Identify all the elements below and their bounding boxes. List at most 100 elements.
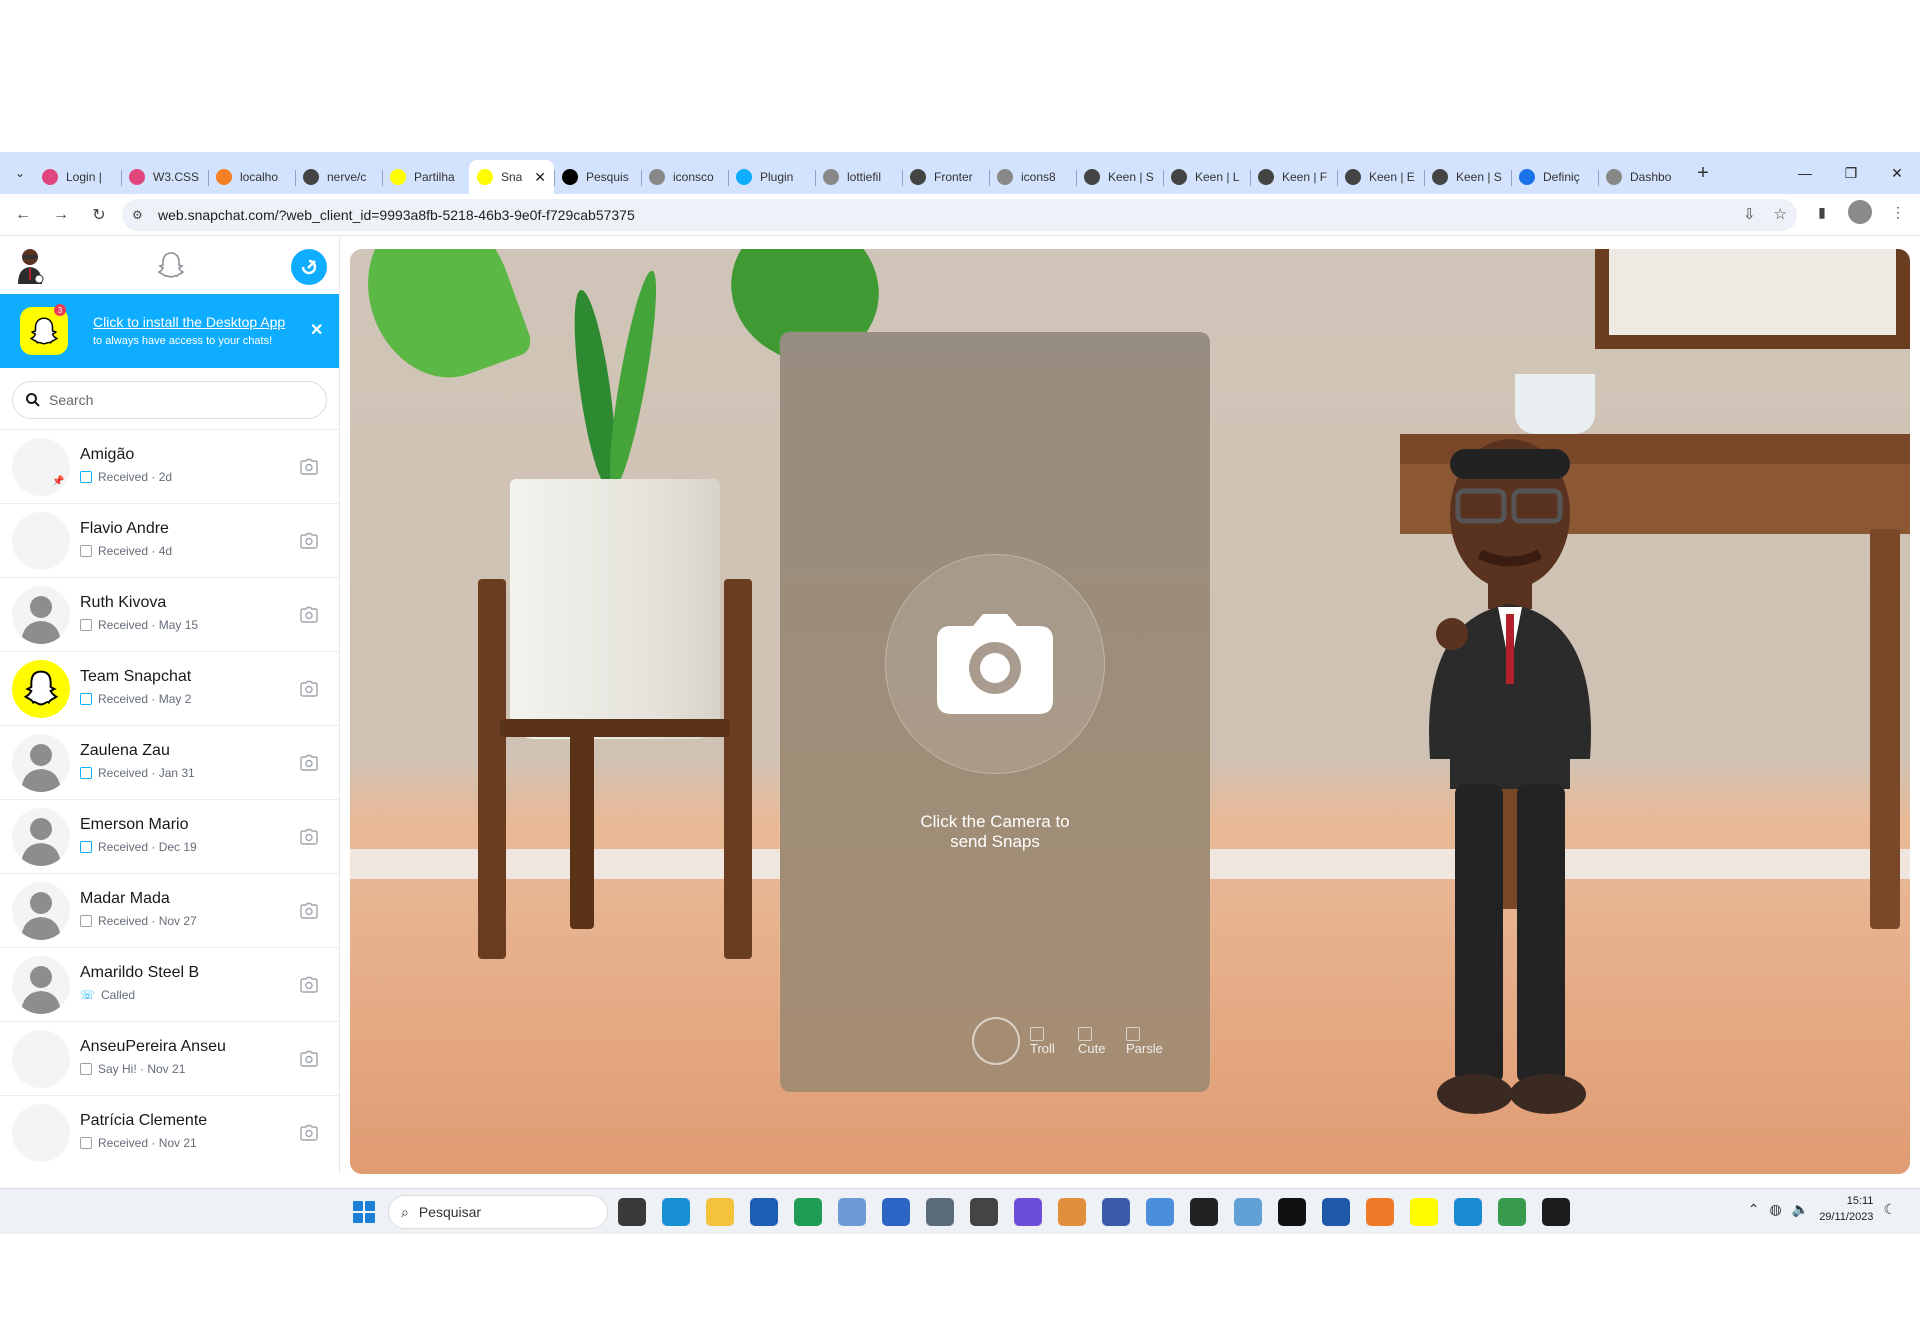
browser-tab[interactable]: W3.CSS <box>121 160 208 194</box>
chat-avatar[interactable] <box>12 438 70 496</box>
night-mode-icon[interactable]: ☾ <box>1883 1201 1896 1218</box>
menu-dots-icon[interactable]: ⋮ <box>1886 200 1910 224</box>
minimize-icon[interactable]: — <box>1782 152 1828 194</box>
cmd-icon[interactable] <box>1190 1198 1218 1226</box>
chat-row[interactable]: Zaulena Zau Received · Jan 31 <box>0 725 339 799</box>
browser-tab[interactable]: Fronter <box>902 160 989 194</box>
sheets-icon[interactable] <box>794 1198 822 1226</box>
chat-row[interactable]: Patrícia Clemente Received · Nov 21 <box>0 1095 339 1169</box>
back-icon[interactable]: ← <box>8 200 38 230</box>
lens-option[interactable]: Parsle <box>1126 1026 1170 1056</box>
take-snap-button[interactable] <box>885 554 1105 774</box>
browser-tab[interactable]: Keen | L <box>1163 160 1250 194</box>
browser-tab[interactable]: localho <box>208 160 295 194</box>
settings-app-icon[interactable] <box>1146 1198 1174 1226</box>
chat-camera-icon[interactable] <box>300 1050 318 1068</box>
tab-search-dropdown-icon[interactable]: ⌄ <box>6 159 34 187</box>
chat-avatar[interactable] <box>12 882 70 940</box>
chat-camera-icon[interactable] <box>300 902 318 920</box>
chat-avatar[interactable] <box>12 660 70 718</box>
stories-ghost-icon[interactable] <box>156 250 186 280</box>
camera-app-icon[interactable] <box>926 1198 954 1226</box>
reload-icon[interactable]: ↻ <box>84 200 114 230</box>
chat-avatar[interactable] <box>12 586 70 644</box>
chat-camera-icon[interactable] <box>300 828 318 846</box>
terminal-app-icon[interactable] <box>970 1198 998 1226</box>
chat-row[interactable]: Amarildo Steel B ☏ Called <box>0 947 339 1021</box>
browser-tab[interactable]: nerve/c <box>295 160 382 194</box>
chat-camera-icon[interactable] <box>300 754 318 772</box>
browser-tab[interactable]: Dashbo <box>1598 160 1685 194</box>
new-tab-button[interactable]: + <box>1689 159 1717 187</box>
chat-row[interactable]: Team Snapchat Received · May 2 <box>0 651 339 725</box>
snapchat-icon[interactable] <box>1410 1198 1438 1226</box>
media-player-icon[interactable] <box>1542 1198 1570 1226</box>
bookmark-star-icon[interactable]: ☆ <box>1774 205 1787 223</box>
tray-chevron-icon[interactable]: ⌃ <box>1748 1201 1760 1218</box>
word-icon[interactable] <box>882 1198 910 1226</box>
side-panel-icon[interactable]: ▮ <box>1810 200 1834 224</box>
task-view-icon[interactable] <box>618 1198 646 1226</box>
chat-row[interactable]: Madar Mada Received · Nov 27 <box>0 873 339 947</box>
clock[interactable]: 15:11 29/11/2023 <box>1819 1193 1873 1225</box>
chat-row[interactable]: 📌 Amigão Received · 2d <box>0 429 339 503</box>
browser-tab[interactable]: icons8 <box>989 160 1076 194</box>
restore-icon[interactable]: ❐ <box>1828 152 1874 194</box>
chat-camera-icon[interactable] <box>300 1124 318 1142</box>
new-chat-button[interactable] <box>291 249 327 285</box>
browser-tab[interactable]: iconsco <box>641 160 728 194</box>
install-app-link[interactable]: Click to install the Desktop App <box>93 314 285 330</box>
circle-app-icon[interactable] <box>1014 1198 1042 1226</box>
site-info-icon[interactable]: ⚙ <box>132 208 152 222</box>
chat-row[interactable]: Flavio Andre Received · 4d <box>0 503 339 577</box>
browser-tab[interactable]: lottiefil <box>815 160 902 194</box>
lens-option[interactable]: Cute <box>1078 1026 1122 1056</box>
browser-tab[interactable]: Login | <box>34 160 121 194</box>
chat-avatar[interactable] <box>12 808 70 866</box>
taskbar-search[interactable]: ⌕ Pesquisar <box>388 1195 608 1229</box>
store-icon[interactable] <box>750 1198 778 1226</box>
lens-option[interactable]: Troll <box>1030 1026 1074 1056</box>
my-bitmoji-avatar[interactable] <box>14 246 46 284</box>
chrome-icon[interactable] <box>1498 1198 1526 1226</box>
chat-row[interactable]: AnseuPereira Anseu Say Hi! · Nov 21 <box>0 1021 339 1095</box>
vscode-icon[interactable] <box>1454 1198 1482 1226</box>
chat-row[interactable]: Emerson Mario Received · Dec 19 <box>0 799 339 873</box>
close-window-icon[interactable]: ✕ <box>1874 152 1920 194</box>
chat-camera-icon[interactable] <box>300 680 318 698</box>
banner-close-icon[interactable]: ✕ <box>310 320 323 340</box>
lens-capture-button[interactable] <box>972 1017 1020 1065</box>
url-text[interactable]: web.snapchat.com/?web_client_id=9993a8fb… <box>158 207 635 223</box>
install-app-icon[interactable]: ⇩ <box>1743 205 1756 223</box>
search-input[interactable] <box>49 392 309 408</box>
diamond-app-icon[interactable] <box>1058 1198 1086 1226</box>
forward-icon[interactable]: → <box>46 200 76 230</box>
tab-close-icon[interactable]: ✕ <box>534 169 546 186</box>
chat-camera-icon[interactable] <box>300 976 318 994</box>
chat-avatar[interactable] <box>12 1030 70 1088</box>
browser-tab[interactable]: Keen | F <box>1250 160 1337 194</box>
browser-tab[interactable]: Sna ✕ <box>469 160 554 194</box>
chat-avatar[interactable] <box>12 956 70 1014</box>
photoshop-icon[interactable] <box>1322 1198 1350 1226</box>
browser-tab[interactable]: Plugin <box>728 160 815 194</box>
windows-start-icon[interactable] <box>353 1201 375 1223</box>
install-desktop-banner[interactable]: 3 Click to install the Desktop App to al… <box>0 294 339 368</box>
chat-avatar[interactable] <box>12 1104 70 1162</box>
chat-camera-icon[interactable] <box>300 532 318 550</box>
file-explorer-icon[interactable] <box>706 1198 734 1226</box>
browser-tab[interactable]: Partilha <box>382 160 469 194</box>
netflix-icon[interactable] <box>1278 1198 1306 1226</box>
browser-tab[interactable]: Keen | E <box>1337 160 1424 194</box>
xampp-icon[interactable] <box>1366 1198 1394 1226</box>
chat-camera-icon[interactable] <box>300 606 318 624</box>
chat-camera-icon[interactable] <box>300 458 318 476</box>
browser-tab[interactable]: Keen | S <box>1076 160 1163 194</box>
chat-avatar[interactable] <box>12 512 70 570</box>
browser-tab[interactable]: Pesquis <box>554 160 641 194</box>
profile-avatar-icon[interactable] <box>1848 200 1872 224</box>
address-bar[interactable]: ⚙ web.snapchat.com/?web_client_id=9993a8… <box>122 199 1797 231</box>
photos-icon[interactable] <box>838 1198 866 1226</box>
remote-app-icon[interactable] <box>1102 1198 1130 1226</box>
search-box[interactable] <box>12 381 327 419</box>
